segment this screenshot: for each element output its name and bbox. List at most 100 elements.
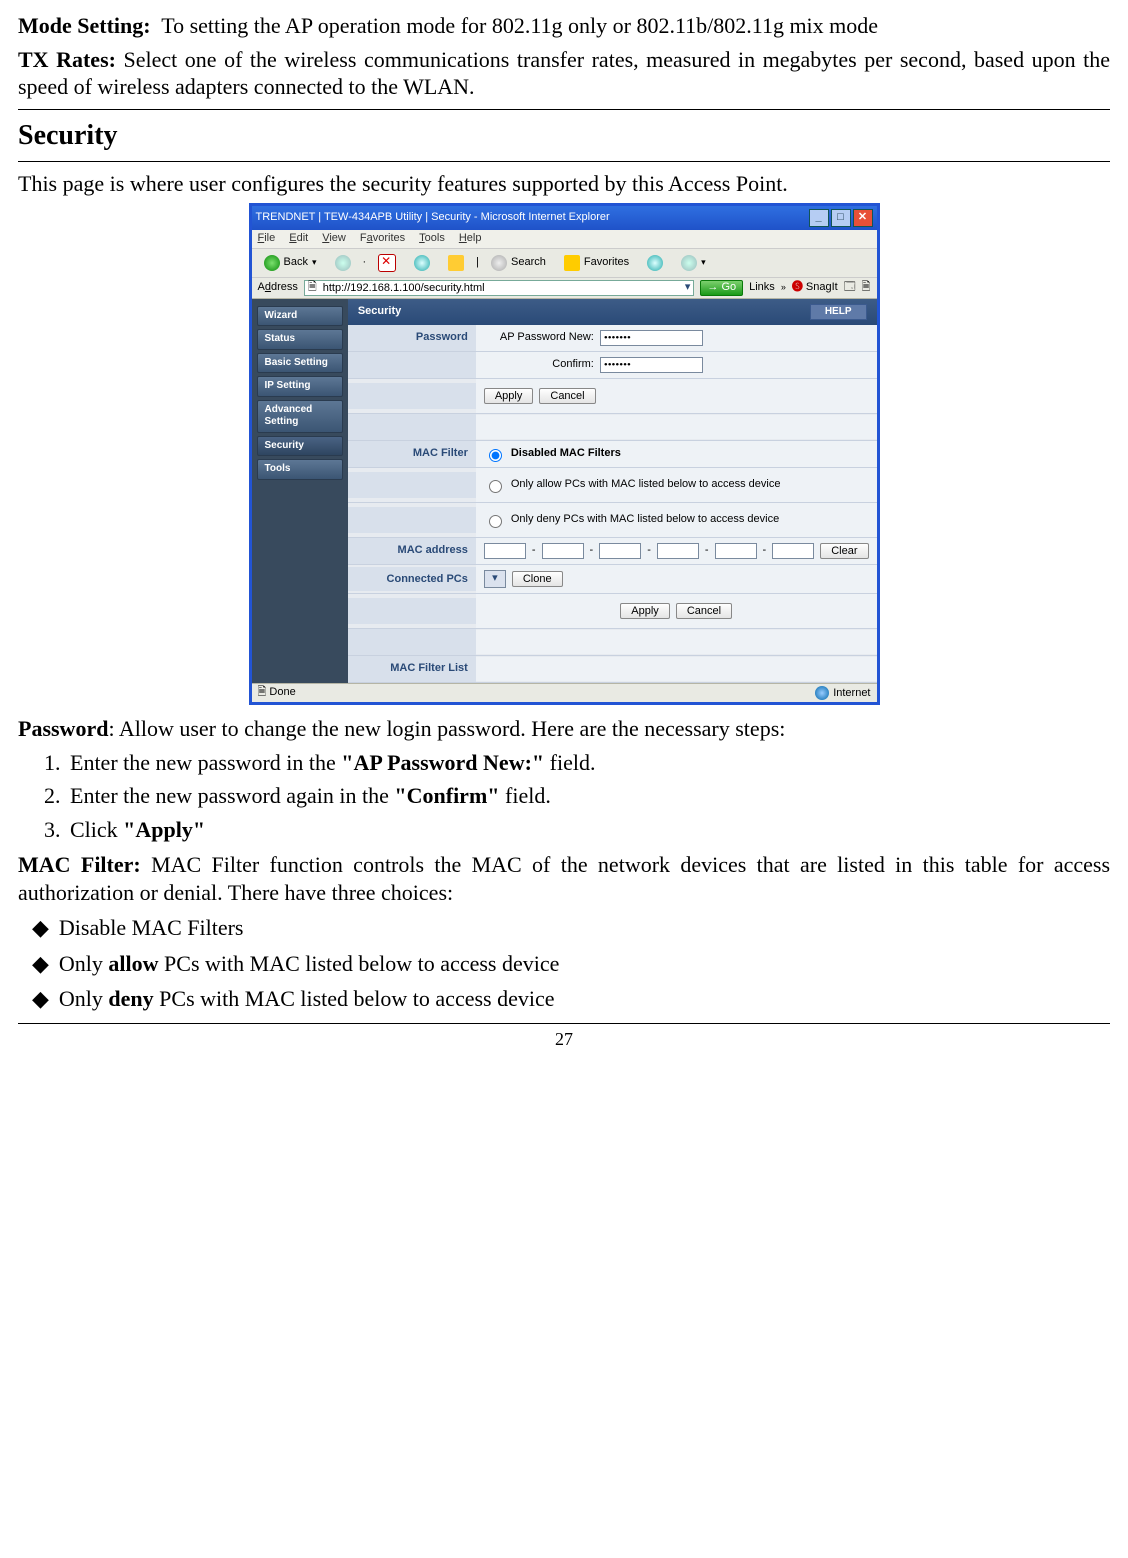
opt-disable: Disable MAC Filters — [32, 914, 1110, 942]
step-3: Click "Apply" — [66, 816, 1110, 844]
mac-filter-list-label: MAC Filter List — [348, 656, 476, 682]
refresh-icon — [414, 255, 430, 271]
apply-password-button[interactable]: Apply — [484, 388, 534, 404]
url-input[interactable] — [320, 281, 682, 295]
history-button[interactable]: ▾ — [675, 253, 712, 273]
stop-icon — [378, 254, 396, 272]
sidebar-item-ip[interactable]: IP Setting — [257, 376, 343, 397]
mac-seg-5[interactable] — [715, 543, 757, 559]
history-icon — [681, 255, 697, 271]
sidebar-item-status[interactable]: Status — [257, 329, 343, 350]
cancel-password-button[interactable]: Cancel — [539, 388, 595, 404]
menu-tools[interactable]: Tools — [419, 232, 445, 246]
row-mac-filter-deny: Only deny PCs with MAC listed below to a… — [348, 503, 877, 538]
status-bar: 🗎 Done Internet — [252, 683, 877, 703]
content-panel: Security HELP Password AP Password New: — [348, 299, 877, 683]
para-mode: Mode Setting: To setting the AP operatio… — [18, 12, 1110, 40]
refresh-button[interactable] — [408, 253, 436, 273]
clear-button[interactable]: Clear — [820, 543, 868, 559]
menu-help[interactable]: Help — [459, 232, 482, 246]
mac-seg-6[interactable] — [772, 543, 814, 559]
forward-button[interactable] — [329, 253, 357, 273]
stop-button[interactable] — [372, 252, 402, 274]
confirm-password-input[interactable] — [600, 357, 703, 373]
radio-disabled-mac[interactable] — [489, 449, 502, 462]
page-footer: 27 — [18, 1023, 1110, 1051]
radio-deny-mac[interactable] — [489, 515, 502, 528]
menu-favorites[interactable]: Favorites — [360, 232, 405, 246]
go-button[interactable]: → Go — [700, 280, 743, 296]
window-minimize-button[interactable]: _ — [809, 209, 829, 227]
home-button[interactable] — [442, 253, 470, 273]
para-tx: TX Rates: Select one of the wireless com… — [18, 46, 1110, 101]
menu-edit[interactable]: Edit — [289, 232, 308, 246]
step-1: Enter the new password in the "AP Passwo… — [66, 749, 1110, 777]
sidebar-item-wizard[interactable]: Wizard — [257, 306, 343, 327]
window-maximize-button[interactable]: □ — [831, 209, 851, 227]
row-password-confirm: Confirm: — [348, 352, 877, 379]
star-icon — [564, 255, 580, 271]
apply-mac-button[interactable]: Apply — [620, 603, 670, 619]
row-mac-buttons: Apply Cancel — [348, 594, 877, 629]
row-mac-filter-list: MAC Filter List — [348, 656, 877, 683]
dropdown-icon[interactable]: ▾ — [682, 281, 694, 295]
mac-seg-4[interactable] — [657, 543, 699, 559]
address-bar: Address 🗎 ▾ → Go Links » 🅢 SnagIt 🗔 🗎 — [252, 278, 877, 299]
radio-allow-mac[interactable] — [489, 480, 502, 493]
address-label: Address — [258, 281, 298, 295]
password-label: Password — [18, 716, 108, 741]
zone-text: Internet — [833, 686, 870, 698]
row-password-buttons: Apply Cancel — [348, 379, 877, 414]
connected-pcs-select[interactable]: ▾ — [484, 570, 506, 588]
favorites-button[interactable]: Favorites — [558, 253, 635, 273]
sidebar-item-basic[interactable]: Basic Setting — [257, 353, 343, 374]
cancel-mac-button[interactable]: Cancel — [676, 603, 732, 619]
clone-button[interactable]: Clone — [512, 571, 563, 587]
tx-label: TX Rates: — [18, 47, 116, 72]
search-icon — [491, 255, 507, 271]
tx-text: Select one of the wireless communication… — [18, 47, 1110, 100]
para-password: Password: Allow user to change the new l… — [18, 715, 1110, 743]
menu-file[interactable]: File — [258, 232, 276, 246]
help-button[interactable]: HELP — [810, 304, 867, 321]
snagit-window-icon[interactable]: 🗔 — [844, 281, 856, 295]
pw-new-label: AP Password New: — [484, 331, 594, 345]
window-titlebar: TRENDNET | TEW-434APB Utility | Security… — [252, 206, 877, 230]
mac-seg-1[interactable] — [484, 543, 526, 559]
search-button[interactable]: Search — [485, 253, 552, 273]
ap-password-new-input[interactable] — [600, 330, 703, 346]
media-button[interactable] — [641, 253, 669, 273]
mac-address-label: MAC address — [348, 538, 476, 564]
home-icon — [448, 255, 464, 271]
mac-seg-3[interactable] — [599, 543, 641, 559]
panel-header: Security HELP — [348, 299, 877, 326]
back-button[interactable]: Back ▾ — [258, 253, 323, 273]
sidebar-item-advanced[interactable]: Advanced Setting — [257, 400, 343, 433]
row-connected-pcs: Connected PCs ▾ Clone — [348, 565, 877, 594]
radio-deny-label: Only deny PCs with MAC listed below to a… — [511, 513, 779, 527]
snagit-extra-icon[interactable]: 🗎 — [862, 281, 871, 295]
window-close-button[interactable]: ✕ — [853, 209, 873, 227]
opt-allow: Only allow PCs with MAC listed below to … — [32, 950, 1110, 978]
password-steps: Enter the new password in the "AP Passwo… — [38, 749, 1110, 844]
sidebar: Wizard Status Basic Setting IP Setting A… — [252, 299, 348, 683]
radio-allow-label: Only allow PCs with MAC listed below to … — [511, 478, 781, 492]
row-mac-filter-allow: Only allow PCs with MAC listed below to … — [348, 468, 877, 503]
back-arrow-icon — [264, 255, 280, 271]
status-text: Done — [269, 686, 295, 698]
page-body: Wizard Status Basic Setting IP Setting A… — [252, 299, 877, 683]
row-spacer-1 — [348, 414, 877, 441]
sidebar-item-tools[interactable]: Tools — [257, 459, 343, 480]
connected-pcs-label: Connected PCs — [348, 567, 476, 591]
mac-seg-2[interactable] — [542, 543, 584, 559]
links-label[interactable]: Links — [749, 281, 775, 295]
panel-title: Security — [358, 305, 401, 319]
menu-view[interactable]: View — [322, 232, 346, 246]
sidebar-item-security[interactable]: Security — [257, 436, 343, 457]
password-text: : Allow user to change the new login pas… — [108, 716, 785, 741]
toolbar: Back ▾ · | Search Favorites ▾ — [252, 248, 877, 278]
row-mac-address: MAC address - - - - - Clear — [348, 538, 877, 565]
page-done-icon: 🗎 — [258, 686, 267, 698]
snagit-button[interactable]: 🅢 SnagIt — [792, 281, 838, 295]
mac-filter-heading: MAC Filter: — [18, 852, 141, 877]
